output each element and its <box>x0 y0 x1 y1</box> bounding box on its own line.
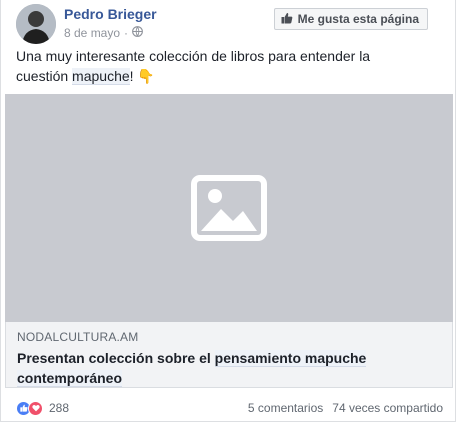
post-meta: 8 de mayo · <box>64 26 143 40</box>
avatar[interactable] <box>16 4 56 44</box>
pointing-down-emoji: 👇 <box>137 68 155 84</box>
meta-separator: · <box>124 26 129 40</box>
like-page-button[interactable]: Me gusta esta página <box>273 8 428 30</box>
post-date[interactable]: 8 de mayo <box>64 26 120 40</box>
reactions[interactable]: 288 <box>16 400 69 416</box>
hashtag-link-mapuche[interactable]: mapuche <box>72 68 130 85</box>
link-title[interactable]: Presentan colección sobre el pensamiento… <box>17 348 427 388</box>
globe-icon[interactable] <box>132 26 143 40</box>
facebook-post: Pedro Brieger 8 de mayo · Me gusta esta … <box>0 0 456 422</box>
post-text: Una muy interesante colección de libros … <box>16 46 416 86</box>
post-header: Pedro Brieger 8 de mayo · Me gusta esta … <box>16 4 443 44</box>
link-title-part1: Presentan colección sobre el <box>17 350 215 366</box>
link-preview[interactable]: NODALCULTURA.AM Presentan colección sobr… <box>5 322 453 388</box>
shares-count[interactable]: 74 veces compartido <box>332 401 443 415</box>
author-name[interactable]: Pedro Brieger <box>64 6 157 22</box>
reactions-count[interactable]: 288 <box>49 401 69 415</box>
link-preview-image[interactable] <box>5 94 453 322</box>
love-reaction-icon <box>28 400 43 416</box>
comments-count[interactable]: 5 comentarios <box>248 401 323 415</box>
like-page-label: Me gusta esta página <box>297 12 419 26</box>
link-domain: NODALCULTURA.AM <box>17 330 139 344</box>
post-text-part2: ! <box>129 68 134 84</box>
image-placeholder-icon <box>191 175 267 241</box>
post-footer: 288 5 comentarios 74 veces compartido <box>16 400 443 416</box>
post-text-part1: Una muy interesante colección de libros … <box>16 48 371 84</box>
thumbs-up-icon <box>281 12 293 27</box>
